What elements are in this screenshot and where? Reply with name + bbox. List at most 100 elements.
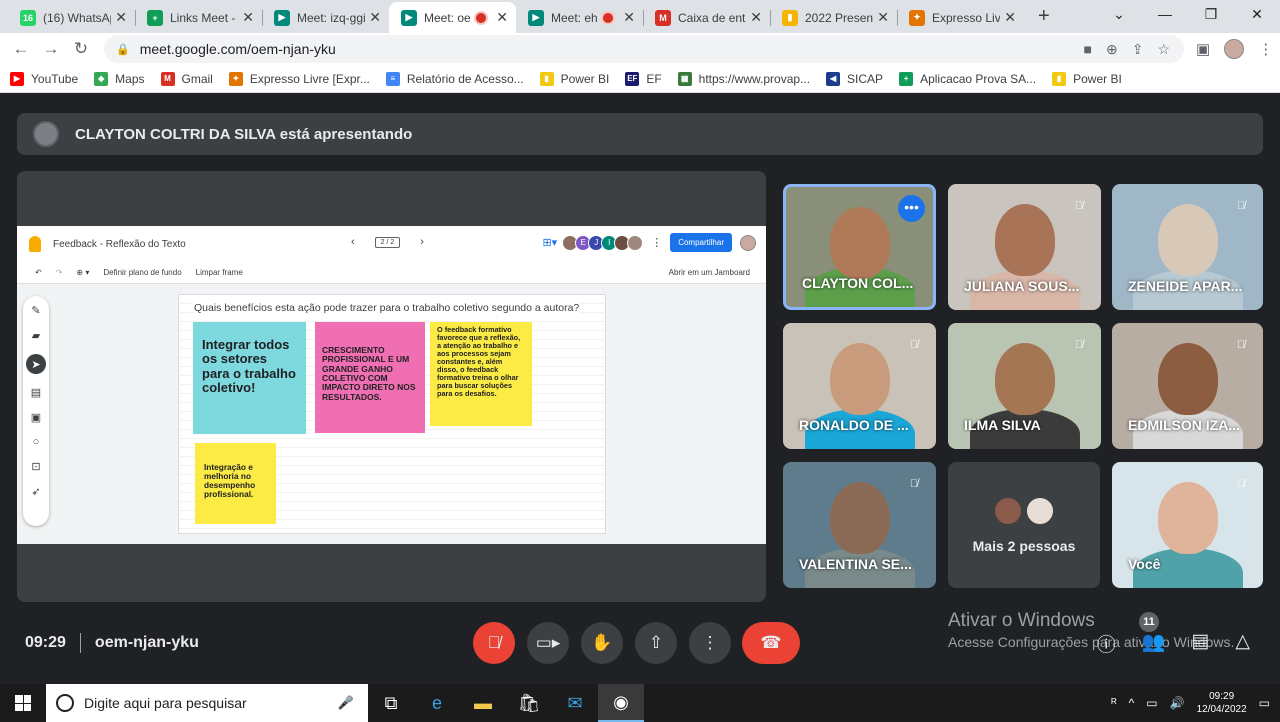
participant-tile[interactable]: VALENTINA SE... 🎙̸ [783, 462, 936, 588]
sticky-note[interactable]: Integração e melhoria no desempenho prof… [195, 443, 276, 524]
sticky-note[interactable]: Integrar todos os setores para o trabalh… [193, 322, 306, 434]
volume-icon[interactable]: 🔊 [1170, 696, 1185, 710]
taskbar-clock[interactable]: 09:29 12/04/2022 [1197, 690, 1247, 716]
more-people-tile[interactable]: Mais 2 pessoas [948, 462, 1100, 588]
present-icon[interactable]: ⊞▾ [542, 236, 557, 249]
camera-button[interactable]: ▭▸ [527, 622, 569, 664]
more-options-icon[interactable]: ⋮ [651, 236, 662, 249]
bookmark-item[interactable]: ▮ Power BI [539, 71, 609, 86]
minimize-button[interactable]: — [1142, 0, 1188, 30]
zoom-icon[interactable]: ⊕ [1106, 41, 1118, 58]
bookmark-item[interactable]: EF EF [625, 71, 662, 86]
jamboard-canvas[interactable]: Quais benefícios esta ação pode trazer p… [178, 294, 606, 534]
activities-icon[interactable]: △ [1235, 630, 1250, 657]
back-icon[interactable]: ← [6, 39, 36, 59]
browser-tab[interactable]: ✦ Expresso Livr ✕ [897, 2, 1024, 33]
sticky-note[interactable]: CRESCIMENTO PROFISSIONAL E UM GRANDE GAN… [315, 322, 425, 433]
frame-indicator[interactable]: 2 / 2 [374, 236, 401, 248]
notifications-icon[interactable]: ▭ [1259, 696, 1270, 710]
pen-icon[interactable]: ✎ [31, 304, 40, 317]
file-explorer-icon[interactable]: ▬ [460, 684, 506, 722]
participant-tile[interactable]: EDMILSON IZA... 🎙̸ [1112, 323, 1263, 449]
bookmark-item[interactable]: ✦ Expresso Livre [Expr... [228, 71, 370, 86]
store-icon[interactable]: 🛍 [506, 684, 552, 722]
network-icon[interactable]: ▭ [1146, 696, 1157, 710]
reload-icon[interactable]: ↻ [66, 39, 96, 59]
tab-search-icon[interactable]: ⌄ [1096, 0, 1142, 30]
close-tab-icon[interactable]: ✕ [369, 9, 381, 26]
laser-icon[interactable]: ➶ [31, 485, 40, 498]
select-icon[interactable]: ➤ [26, 354, 46, 374]
forward-icon[interactable]: → [36, 39, 66, 59]
browser-tab[interactable]: ▶ Meet: eh ✕ [516, 2, 643, 33]
chat-icon[interactable]: ▤ [1191, 630, 1209, 657]
zoom-dropdown-icon[interactable]: ⊕ ▾ [76, 268, 89, 277]
eraser-icon[interactable]: ▰ [32, 329, 40, 342]
open-in-jamboard-link[interactable]: Abrir em um Jamboard [669, 268, 750, 277]
bookmark-item[interactable]: ◀ SICAP [826, 71, 883, 86]
bookmark-item[interactable]: ◆ Maps [94, 71, 145, 86]
close-tab-icon[interactable]: ✕ [115, 9, 127, 26]
close-tab-icon[interactable]: ✕ [242, 9, 254, 26]
participant-tile[interactable]: JULIANA SOUS... 🎙̸ [948, 184, 1101, 310]
close-tab-icon[interactable]: ✕ [496, 9, 508, 26]
chrome-icon[interactable]: ◉ [598, 684, 644, 722]
mail-icon[interactable]: ✉ [552, 684, 598, 722]
participant-tile[interactable]: CLAYTON COL... ••• [783, 184, 936, 310]
text-box-icon[interactable]: ⊡ [31, 460, 40, 473]
jamboard-account-avatar[interactable] [740, 234, 756, 251]
restore-button[interactable]: ❐ [1188, 0, 1234, 30]
menu-icon[interactable]: ⋮ [1258, 40, 1273, 58]
edge-icon[interactable]: e [414, 684, 460, 722]
set-background-button[interactable]: Definir plano de fundo [103, 268, 181, 277]
participant-tile[interactable]: Você 🎙̸ [1112, 462, 1263, 588]
circle-shape-icon[interactable]: ○ [33, 436, 40, 448]
more-options-button[interactable]: ⋮ [689, 622, 731, 664]
clear-frame-button[interactable]: Limpar frame [196, 268, 243, 277]
tile-options-icon[interactable]: ••• [898, 195, 925, 222]
browser-tab[interactable]: + Links Meet - ✕ [135, 2, 262, 33]
task-view-icon[interactable]: ⧉ [368, 684, 414, 722]
participant-tile[interactable]: ILMA SILVA 🎙̸ [948, 323, 1101, 449]
new-tab-button[interactable]: + [1024, 2, 1064, 33]
share-icon[interactable]: ⇪ [1132, 41, 1144, 58]
raise-hand-button[interactable]: ✋ [581, 622, 623, 664]
camera-icon[interactable]: ■ [1084, 41, 1092, 58]
close-window-button[interactable]: ✕ [1234, 0, 1280, 30]
sidepanel-icon[interactable]: ▣ [1196, 40, 1210, 58]
mic-off-button[interactable]: 🎙̸ [473, 622, 515, 664]
close-tab-icon[interactable]: ✕ [750, 9, 762, 26]
share-button[interactable]: Compartilhar [670, 233, 732, 252]
sticky-note-icon[interactable]: ▤ [31, 386, 41, 399]
participant-tile[interactable]: ZENEIDE APAR... 🎙̸ [1112, 184, 1263, 310]
people-tray-icon[interactable]: ᴿ [1111, 696, 1116, 710]
browser-tab[interactable]: 16 (16) WhatsApp ✕ [8, 2, 135, 33]
sticky-note[interactable]: O feedback formativo favorece que a refl… [430, 322, 532, 426]
profile-avatar[interactable] [1224, 39, 1245, 59]
close-tab-icon[interactable]: ✕ [877, 9, 889, 26]
image-icon[interactable]: ▣ [31, 411, 41, 424]
prev-frame-icon[interactable]: ‹ [351, 236, 355, 248]
participant-tile[interactable]: RONALDO DE ... 🎙̸ [783, 323, 936, 449]
info-icon[interactable]: ⓘ [1097, 630, 1116, 657]
bookmark-star-icon[interactable]: ☆ [1157, 41, 1170, 58]
browser-tab[interactable]: ▶ Meet: oe ✕ [389, 2, 516, 33]
next-frame-icon[interactable]: › [420, 236, 424, 248]
redo-icon[interactable]: ↷ [56, 268, 63, 277]
people-icon[interactable]: 👥 [1142, 630, 1166, 657]
bookmark-item[interactable]: ▦ https://www.provap... [677, 71, 810, 86]
leave-call-button[interactable]: ☎ [742, 622, 800, 664]
undo-icon[interactable]: ↶ [35, 268, 42, 277]
taskbar-search[interactable]: Digite aqui para pesquisar 🎤 [46, 684, 368, 722]
close-tab-icon[interactable]: ✕ [1004, 9, 1016, 26]
browser-tab[interactable]: ▮ 2022 Present ✕ [770, 2, 897, 33]
address-bar[interactable]: 🔒 meet.google.com/oem-njan-yku ■ ⊕ ⇪ ☆ [104, 35, 1184, 63]
bookmark-item[interactable]: ▮ Power BI [1052, 71, 1122, 86]
browser-tab[interactable]: M Caixa de entr ✕ [643, 2, 770, 33]
bookmark-item[interactable]: ≡ Relatório de Acesso... [385, 71, 524, 86]
mic-icon[interactable]: 🎤 [338, 695, 354, 711]
bookmark-item[interactable]: + Aplicacao Prova SA... [899, 71, 1036, 86]
browser-tab[interactable]: ▶ Meet: izq-ggi ✕ [262, 2, 389, 33]
present-screen-button[interactable]: ⇧ [635, 622, 677, 664]
bookmark-item[interactable]: M Gmail [160, 71, 213, 86]
